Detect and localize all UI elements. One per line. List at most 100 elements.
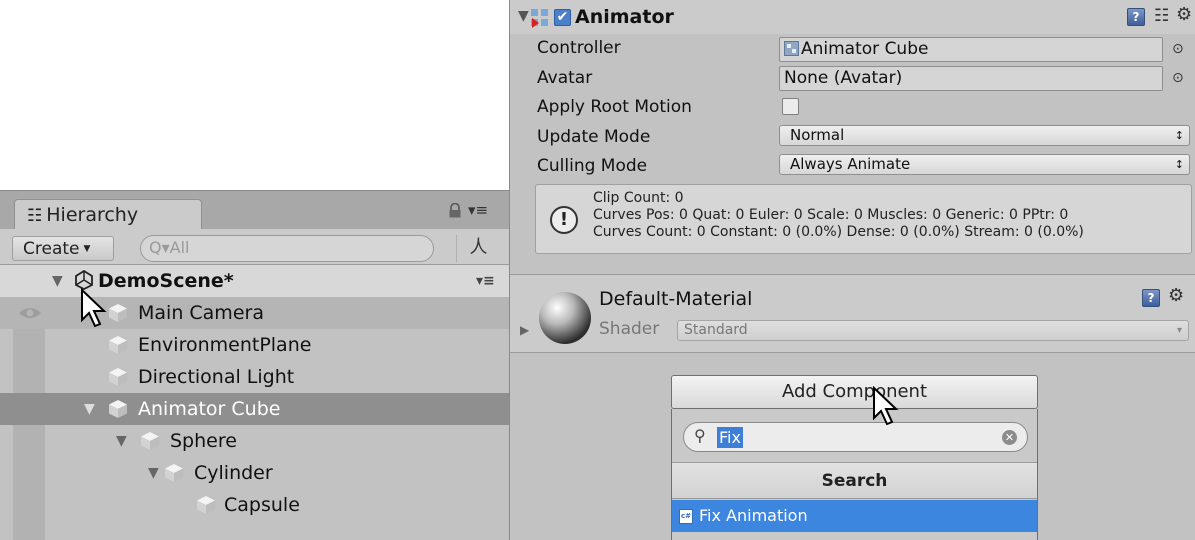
apply-root-motion-label: Apply Root Motion — [537, 97, 692, 117]
hierarchy-item[interactable]: Directional Light — [0, 361, 510, 393]
create-button[interactable]: Create ▼ — [12, 236, 114, 261]
hierarchy-item-label: Animator Cube — [138, 398, 281, 420]
hierarchy-toolbar: Create ▼ Q▾All 人 — [0, 229, 510, 265]
hierarchy-item[interactable]: Main Camera — [0, 297, 510, 329]
hierarchy-tab-bar: ☷ Hierarchy ▾≡ — [0, 190, 510, 231]
object-picker-icon[interactable]: ⊙ — [1172, 70, 1184, 86]
hierarchy-item[interactable]: EnvironmentPlane — [0, 329, 510, 361]
info-line: Curves Pos: 0 Quat: 0 Euler: 0 Scale: 0 … — [593, 207, 1069, 223]
scene-menu-icon[interactable]: ▾≡ — [476, 265, 495, 297]
culling-mode-value: Always Animate — [790, 155, 911, 173]
shader-dropdown[interactable]: Standard ▾ — [677, 320, 1189, 341]
dropdown-arrow-icon: ▾ — [1176, 325, 1182, 336]
animator-controller-icon — [784, 41, 799, 56]
hierarchy-item-label: Sphere — [170, 430, 237, 452]
updown-arrow-icon: ↕ — [1174, 129, 1184, 142]
hierarchy-panel: ☷ Hierarchy ▾≡ Create ▼ Q▾All 人 ▼ DemoScen… — [0, 190, 510, 540]
shader-label: Shader — [599, 319, 660, 339]
hierarchy-item-label: Directional Light — [138, 366, 295, 388]
info-line: Curves Count: 0 Constant: 0 (0.0%) Dense… — [593, 224, 1084, 240]
avatar-label: Avatar — [537, 68, 593, 88]
expand-triangle-icon[interactable]: ▼ — [116, 425, 127, 457]
animator-icon — [531, 9, 548, 28]
culling-mode-dropdown[interactable]: Always Animate ↕ — [779, 154, 1190, 175]
expand-triangle-icon[interactable]: ▶ — [520, 323, 529, 337]
hierarchy-item[interactable]: ▼ Cylinder — [0, 457, 510, 489]
material-header[interactable]: ▶ Default-Material Shader Standard ▾ ? ⚙ — [510, 275, 1195, 353]
search-icon: ⚲ — [694, 426, 706, 445]
info-exclamation-icon: ! — [550, 206, 578, 234]
material-preview-sphere — [539, 292, 591, 344]
scene-name: DemoScene* — [98, 270, 234, 292]
help-icon[interactable]: ? — [1142, 289, 1160, 307]
list-icon: ☷ — [27, 206, 43, 226]
object-picker-icon[interactable]: ⊙ — [1172, 41, 1184, 57]
hierarchy-item-selected[interactable]: ▼ Animator Cube — [0, 393, 510, 425]
animator-title: Animator — [575, 6, 674, 28]
dropdown-arrow-icon: ▼ — [83, 244, 91, 254]
component-search-value: Fix — [717, 427, 743, 448]
hierarchy-search-input[interactable]: Q▾All — [140, 235, 434, 262]
animator-component-header[interactable]: ▼ ✔ Animator ? ☷ ⚙ — [510, 0, 1195, 34]
hierarchy-item[interactable]: ▼ Sphere — [0, 425, 510, 457]
expand-triangle-icon[interactable]: ▼ — [84, 393, 95, 425]
scene-row[interactable]: ▼ DemoScene* ▾≡ — [0, 265, 510, 297]
add-component-popup: ⚲ Fix ✕ Search c# Fix Animation — [671, 409, 1038, 540]
lock-icon[interactable] — [448, 203, 462, 218]
hierarchy-item-label: Main Camera — [138, 302, 264, 324]
info-line: Clip Count: 0 — [593, 190, 684, 206]
animator-enabled-checkbox[interactable]: ✔ — [554, 9, 571, 26]
popup-title: Search — [672, 462, 1037, 499]
shader-value: Standard — [684, 322, 748, 338]
filter-icon[interactable]: 人 — [456, 235, 500, 262]
hierarchy-item-label: EnvironmentPlane — [138, 334, 312, 356]
gameobject-cube-icon — [109, 400, 127, 418]
search-placeholder: Q▾All — [149, 238, 190, 257]
component-search-input[interactable]: ⚲ Fix ✕ — [683, 422, 1028, 452]
gameobject-cube-icon — [109, 304, 127, 322]
csharp-script-icon: c# — [679, 509, 693, 524]
help-icon[interactable]: ? — [1127, 8, 1145, 26]
controller-label: Controller — [537, 38, 621, 58]
updown-arrow-icon: ↕ — [1174, 158, 1184, 171]
update-mode-dropdown[interactable]: Normal ↕ — [779, 125, 1190, 146]
gameobject-cube-icon — [141, 432, 159, 450]
apply-root-motion-checkbox[interactable] — [782, 98, 799, 115]
update-mode-value: Normal — [790, 126, 845, 144]
clear-search-icon[interactable]: ✕ — [1002, 430, 1017, 445]
mouse-cursor-icon — [81, 288, 107, 328]
inspector-panel: ▼ ✔ Animator ? ☷ ⚙ Controller Animator C… — [509, 0, 1195, 540]
gameobject-cube-icon — [197, 496, 215, 514]
search-result-label: Fix Animation — [699, 506, 808, 525]
mouse-cursor-icon — [873, 386, 899, 426]
hierarchy-tab[interactable]: ☷ Hierarchy — [14, 199, 202, 231]
eye-icon[interactable] — [18, 306, 42, 320]
gear-icon[interactable]: ⚙ — [1176, 4, 1192, 25]
animator-info-box: ! Clip Count: 0 Curves Pos: 0 Quat: 0 Eu… — [535, 184, 1192, 254]
gear-icon[interactable]: ⚙ — [1168, 285, 1184, 306]
hierarchy-item-label: Capsule — [224, 494, 300, 516]
hierarchy-tab-label: Hierarchy — [46, 204, 139, 226]
collapse-triangle-icon[interactable]: ▼ — [518, 8, 529, 24]
add-component-button[interactable]: Add Component — [671, 375, 1038, 409]
add-component-label: Add Component — [781, 381, 928, 402]
culling-mode-label: Culling Mode — [537, 156, 648, 176]
create-button-label: Create — [23, 239, 80, 259]
gameobject-cube-icon — [165, 464, 183, 482]
avatar-value: None (Avatar) — [784, 68, 903, 88]
gameobject-cube-icon — [109, 368, 127, 386]
search-result-item[interactable]: c# Fix Animation — [672, 500, 1037, 532]
hierarchy-item[interactable]: Capsule — [0, 489, 510, 521]
expand-triangle-icon[interactable]: ▼ — [52, 265, 63, 297]
unity-scene-icon — [75, 270, 93, 290]
avatar-field[interactable]: None (Avatar) — [779, 66, 1163, 91]
panel-menu-icon[interactable]: ▾≡ — [468, 201, 504, 219]
material-name: Default-Material — [599, 288, 753, 310]
controller-value: Animator Cube — [801, 39, 929, 59]
gameobject-cube-icon — [109, 336, 127, 354]
preset-icon[interactable]: ☷ — [1154, 6, 1169, 26]
update-mode-label: Update Mode — [537, 127, 651, 147]
expand-triangle-icon[interactable]: ▼ — [148, 457, 159, 489]
controller-field[interactable]: Animator Cube — [779, 37, 1163, 62]
hierarchy-item-label: Cylinder — [194, 462, 273, 484]
